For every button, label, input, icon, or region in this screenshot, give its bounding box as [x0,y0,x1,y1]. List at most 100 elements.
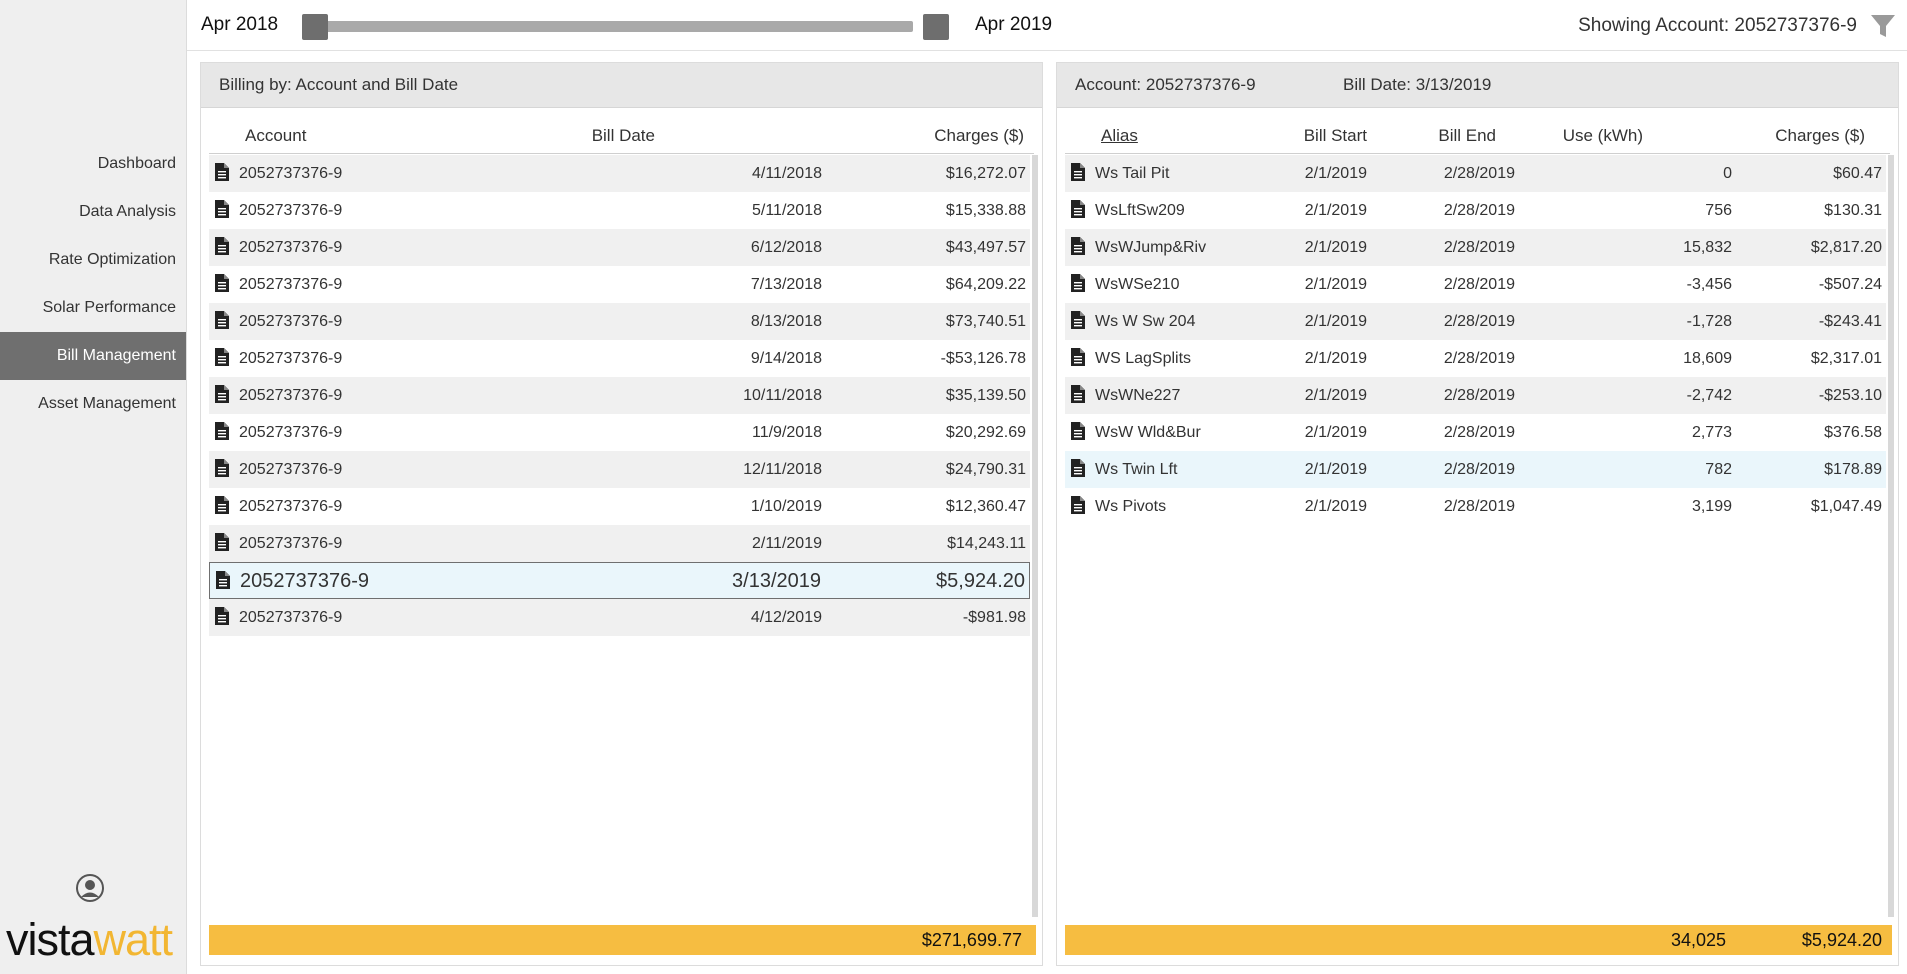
cell-use: -3,456 [1686,276,1732,293]
cell-bill-start: 2/1/2019 [1304,276,1367,293]
document-icon[interactable] [215,385,229,403]
table-row[interactable]: WsW Wld&Bur 2/1/2019 2/28/2019 2,773 $376.58 [1065,414,1886,451]
cell-use: -1,728 [1686,313,1732,330]
billing-panel-title: Billing by: Account and Bill Date [219,75,459,94]
sidebar-item-data-analysis[interactable]: Data Analysis [0,188,186,236]
document-icon[interactable] [216,571,230,589]
sidebar-item-rate-optimization[interactable]: Rate Optimization [0,236,186,284]
document-icon[interactable] [215,274,229,292]
table-row[interactable]: Ws W Sw 204 2/1/2019 2/28/2019 -1,728 -$243.… [1065,303,1886,340]
column-header-use[interactable]: Use (kWh) [1563,126,1643,146]
column-header-bill-date[interactable]: Bill Date [592,126,655,146]
cell-bill-date: 11/9/2018 [752,424,822,441]
vistawatt-logo: vistawatt [6,914,173,965]
cell-detail-charges: $130.31 [1824,202,1882,219]
document-icon[interactable] [1071,311,1085,329]
sidebar-item-bill-management[interactable]: Bill Management [0,332,186,380]
cell-alias: WS LagSplits [1095,350,1192,367]
document-icon[interactable] [1071,200,1085,218]
document-icon[interactable] [1071,459,1085,477]
document-icon[interactable] [1071,237,1085,255]
table-row[interactable]: Ws Twin Lft 2/1/2019 2/28/2019 782 $178.89 [1065,451,1886,488]
document-icon[interactable] [215,422,229,440]
date-range-slider-track[interactable] [313,21,913,32]
table-row[interactable]: 2052737376-9 8/13/2018 $73,740.51 [209,303,1030,340]
sidebar-item-solar-performance[interactable]: Solar Performance [0,284,186,332]
detail-table-body: Ws Tail Pit 2/1/2019 2/28/2019 0 $60.47 WsLft… [1065,155,1886,525]
cell-charges: -$981.98 [962,609,1026,626]
document-icon[interactable] [1071,274,1085,292]
cell-bill-end: 2/28/2019 [1443,350,1515,367]
sidebar-item-dashboard[interactable]: Dashboard [0,140,186,188]
cell-bill-date: 10/11/2018 [743,387,822,404]
table-row[interactable]: WsWSe210 2/1/2019 2/28/2019 -3,456 -$507.24 [1065,266,1886,303]
sidebar-item-asset-management[interactable]: Asset Management [0,380,186,428]
cell-bill-date: 5/11/2018 [752,202,822,219]
range-start-handle[interactable] [302,14,328,40]
document-icon[interactable] [215,200,229,218]
date-range-bar: Apr 2018 Apr 2019 Showing Account: 20527… [187,0,1907,51]
table-row[interactable]: 2052737376-9 4/12/2019 -$981.98 [209,599,1030,636]
table-row[interactable]: 2052737376-9 9/14/2018 -$53,126.78 [209,340,1030,377]
document-icon[interactable] [215,163,229,181]
table-row[interactable]: 2052737376-9 7/13/2018 $64,209.22 [209,266,1030,303]
cell-bill-date: 4/11/2018 [752,165,822,182]
column-header-charges[interactable]: Charges ($) [934,126,1024,146]
cell-bill-end: 2/28/2019 [1443,276,1515,293]
table-row[interactable]: 2052737376-9 5/11/2018 $15,338.88 [209,192,1030,229]
sidebar: Dashboard Data Analysis Rate Optimization S… [0,0,187,974]
document-icon[interactable] [215,607,229,625]
document-icon[interactable] [1071,422,1085,440]
table-row[interactable]: 2052737376-9 1/10/2019 $12,360.47 [209,488,1030,525]
column-header-account[interactable]: Account [245,126,306,146]
cell-bill-date: 4/12/2019 [750,609,822,626]
table-row[interactable]: 2052737376-9 10/11/2018 $35,139.50 [209,377,1030,414]
billing-table-scrollbar[interactable] [1032,155,1038,917]
table-row[interactable]: Ws Tail Pit 2/1/2019 2/28/2019 0 $60.47 [1065,155,1886,192]
cell-bill-date: 8/13/2018 [750,313,822,330]
document-icon[interactable] [1071,496,1085,514]
cell-bill-start: 2/1/2019 [1304,498,1367,515]
table-row[interactable]: WsLftSw209 2/1/2019 2/28/2019 756 $130.31 [1065,192,1886,229]
document-icon[interactable] [215,459,229,477]
document-icon[interactable] [215,311,229,329]
billing-table-header: Account Bill Date Charges ($) [209,119,1034,154]
document-icon[interactable] [215,533,229,551]
table-row[interactable]: 2052737376-9 3/13/2019 $5,924.20 [209,562,1030,599]
table-row[interactable]: WS LagSplits 2/1/2019 2/28/2019 18,609 $2,31… [1065,340,1886,377]
cell-bill-date: 12/11/2018 [743,461,822,478]
user-account-icon[interactable] [75,873,105,903]
table-row[interactable]: 2052737376-9 4/11/2018 $16,272.07 [209,155,1030,192]
table-row[interactable]: WsWNe227 2/1/2019 2/28/2019 -2,742 -$253.10 [1065,377,1886,414]
document-icon[interactable] [1071,163,1085,181]
cell-account: 2052737376-9 [239,276,343,293]
column-header-detail-charges[interactable]: Charges ($) [1775,126,1865,146]
document-icon[interactable] [215,348,229,366]
detail-table-scrollbar[interactable] [1888,155,1894,917]
sidebar-nav: Dashboard Data Analysis Rate Optimization S… [0,140,186,428]
table-row[interactable]: 2052737376-9 12/11/2018 $24,790.31 [209,451,1030,488]
document-icon[interactable] [215,496,229,514]
cell-bill-end: 2/28/2019 [1443,313,1515,330]
document-icon[interactable] [1071,348,1085,366]
cell-account: 2052737376-9 [239,202,343,219]
table-row[interactable]: Ws Pivots 2/1/2019 2/28/2019 3,199 $1,047.49 [1065,488,1886,525]
detail-account-label: Account: 2052737376-9 [1075,75,1256,94]
column-header-bill-end[interactable]: Bill End [1438,126,1496,146]
cell-charges: $64,209.22 [945,276,1026,293]
table-row[interactable]: 2052737376-9 6/12/2018 $43,497.57 [209,229,1030,266]
filter-icon[interactable] [1869,12,1897,40]
table-row[interactable]: 2052737376-9 2/11/2019 $14,243.11 [209,525,1030,562]
cell-bill-date: 9/14/2018 [750,350,822,367]
range-end-handle[interactable] [923,14,949,40]
table-row[interactable]: 2052737376-9 11/9/2018 $20,292.69 [209,414,1030,451]
table-row[interactable]: WsWJump&Riv 2/1/2019 2/28/2019 15,832 $2,817… [1065,229,1886,266]
column-header-alias[interactable]: Alias [1101,126,1138,146]
column-header-bill-start[interactable]: Bill Start [1304,126,1367,146]
cell-use: 3,199 [1691,498,1732,515]
cell-alias: WsWNe227 [1095,387,1181,404]
document-icon[interactable] [215,237,229,255]
document-icon[interactable] [1071,385,1085,403]
cell-bill-end: 2/28/2019 [1443,461,1515,478]
billing-panel-header: Billing by: Account and Bill Date [201,63,1042,108]
